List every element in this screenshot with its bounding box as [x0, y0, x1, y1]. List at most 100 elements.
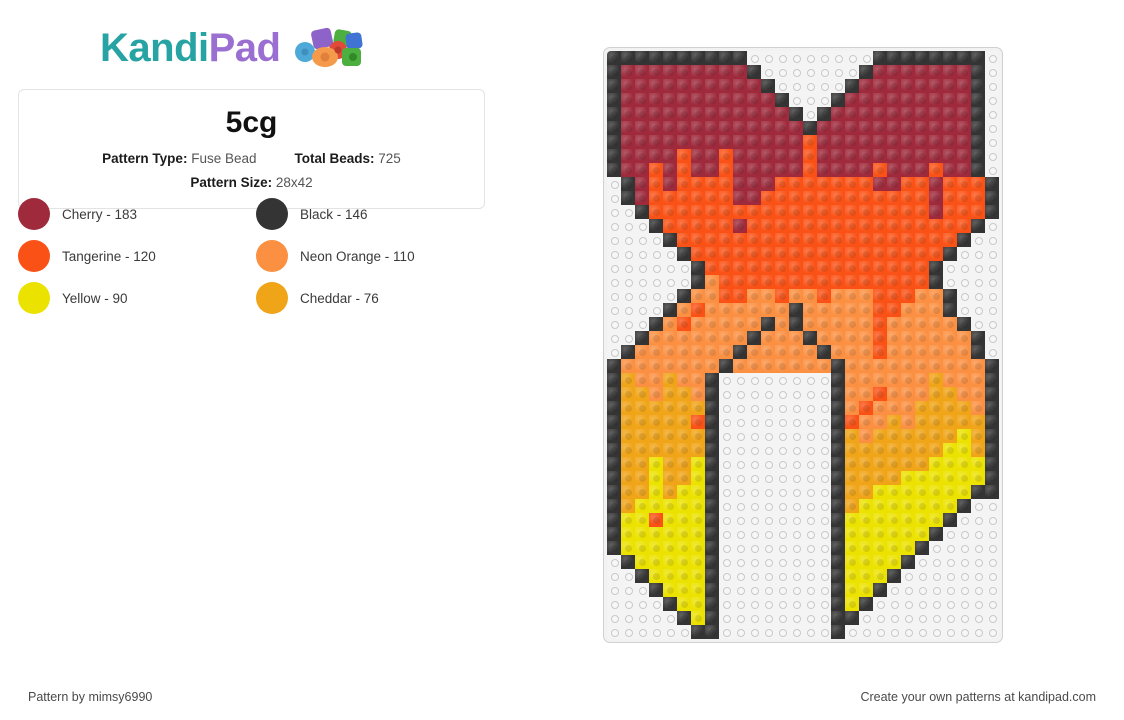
bead-cell[interactable]: [663, 163, 677, 177]
bead-cell[interactable]: [845, 289, 859, 303]
bead-cell[interactable]: [705, 485, 719, 499]
bead-cell[interactable]: [845, 443, 859, 457]
bead-cell[interactable]: [901, 457, 915, 471]
bead-cell[interactable]: [663, 513, 677, 527]
bead-cell-empty[interactable]: [635, 583, 649, 597]
bead-cell[interactable]: [887, 457, 901, 471]
bead-cell[interactable]: [789, 331, 803, 345]
bead-cell[interactable]: [831, 331, 845, 345]
bead-cell[interactable]: [943, 457, 957, 471]
bead-cell[interactable]: [621, 387, 635, 401]
bead-cell[interactable]: [845, 331, 859, 345]
bead-cell-empty[interactable]: [971, 527, 985, 541]
bead-cell[interactable]: [733, 317, 747, 331]
bead-cell[interactable]: [719, 219, 733, 233]
bead-cell[interactable]: [845, 583, 859, 597]
bead-cell[interactable]: [831, 527, 845, 541]
bead-cell[interactable]: [817, 163, 831, 177]
bead-cell[interactable]: [789, 163, 803, 177]
bead-cell[interactable]: [621, 121, 635, 135]
bead-cell-empty[interactable]: [761, 569, 775, 583]
bead-cell[interactable]: [901, 443, 915, 457]
bead-cell[interactable]: [817, 149, 831, 163]
bead-cell[interactable]: [747, 79, 761, 93]
bead-cell[interactable]: [635, 485, 649, 499]
bead-cell[interactable]: [901, 387, 915, 401]
bead-cell[interactable]: [845, 513, 859, 527]
bead-cell[interactable]: [971, 401, 985, 415]
bead-cell-empty[interactable]: [943, 569, 957, 583]
bead-cell-empty[interactable]: [635, 219, 649, 233]
bead-cell[interactable]: [901, 135, 915, 149]
bead-cell[interactable]: [831, 191, 845, 205]
bead-cell[interactable]: [663, 401, 677, 415]
bead-cell[interactable]: [747, 275, 761, 289]
bead-cell[interactable]: [733, 79, 747, 93]
bead-cell-empty[interactable]: [915, 569, 929, 583]
bead-cell-empty[interactable]: [817, 415, 831, 429]
bead-cell[interactable]: [901, 331, 915, 345]
bead-cell[interactable]: [915, 275, 929, 289]
bead-cell[interactable]: [649, 191, 663, 205]
bead-cell[interactable]: [887, 247, 901, 261]
bead-cell[interactable]: [887, 513, 901, 527]
bead-cell[interactable]: [929, 261, 943, 275]
bead-cell[interactable]: [803, 219, 817, 233]
bead-cell[interactable]: [957, 485, 971, 499]
bead-cell[interactable]: [719, 303, 733, 317]
bead-cell[interactable]: [775, 107, 789, 121]
bead-cell[interactable]: [649, 429, 663, 443]
bead-cell[interactable]: [943, 205, 957, 219]
bead-cell-empty[interactable]: [803, 611, 817, 625]
bead-cell-empty[interactable]: [789, 51, 803, 65]
bead-cell[interactable]: [663, 457, 677, 471]
bead-cell[interactable]: [789, 359, 803, 373]
bead-cell-empty[interactable]: [985, 163, 999, 177]
bead-cell-empty[interactable]: [985, 555, 999, 569]
bead-cell[interactable]: [831, 597, 845, 611]
bead-cell[interactable]: [719, 345, 733, 359]
bead-cell-empty[interactable]: [803, 443, 817, 457]
bead-cell[interactable]: [943, 317, 957, 331]
bead-cell[interactable]: [873, 233, 887, 247]
bead-cell[interactable]: [929, 51, 943, 65]
bead-cell[interactable]: [957, 331, 971, 345]
bead-cell[interactable]: [789, 191, 803, 205]
bead-cell-empty[interactable]: [775, 79, 789, 93]
bead-cell[interactable]: [775, 275, 789, 289]
bead-cell[interactable]: [845, 191, 859, 205]
bead-cell[interactable]: [859, 555, 873, 569]
bead-cell[interactable]: [775, 135, 789, 149]
bead-cell-empty[interactable]: [621, 625, 635, 639]
bead-cell[interactable]: [789, 247, 803, 261]
bead-cell-empty[interactable]: [803, 597, 817, 611]
bead-cell[interactable]: [971, 51, 985, 65]
bead-cell-empty[interactable]: [789, 79, 803, 93]
bead-cell[interactable]: [691, 527, 705, 541]
bead-cell[interactable]: [719, 317, 733, 331]
bead-cell[interactable]: [915, 541, 929, 555]
bead-cell-empty[interactable]: [733, 415, 747, 429]
bead-cell[interactable]: [915, 163, 929, 177]
bead-cell[interactable]: [677, 247, 691, 261]
bead-cell-empty[interactable]: [747, 527, 761, 541]
bead-cell[interactable]: [845, 93, 859, 107]
bead-cell-empty[interactable]: [985, 233, 999, 247]
bead-cell[interactable]: [901, 205, 915, 219]
bead-cell[interactable]: [635, 191, 649, 205]
bead-cell[interactable]: [817, 191, 831, 205]
bead-cell-empty[interactable]: [663, 261, 677, 275]
bead-cell[interactable]: [817, 107, 831, 121]
bead-cell[interactable]: [943, 107, 957, 121]
bead-cell-empty[interactable]: [873, 611, 887, 625]
bead-cell[interactable]: [929, 429, 943, 443]
bead-cell[interactable]: [831, 625, 845, 639]
bead-cell-empty[interactable]: [971, 555, 985, 569]
bead-cell-empty[interactable]: [719, 471, 733, 485]
bead-cell-empty[interactable]: [789, 387, 803, 401]
bead-cell-empty[interactable]: [831, 65, 845, 79]
bead-cell-empty[interactable]: [775, 387, 789, 401]
bead-cell[interactable]: [649, 387, 663, 401]
bead-cell[interactable]: [705, 401, 719, 415]
bead-cell[interactable]: [677, 65, 691, 79]
